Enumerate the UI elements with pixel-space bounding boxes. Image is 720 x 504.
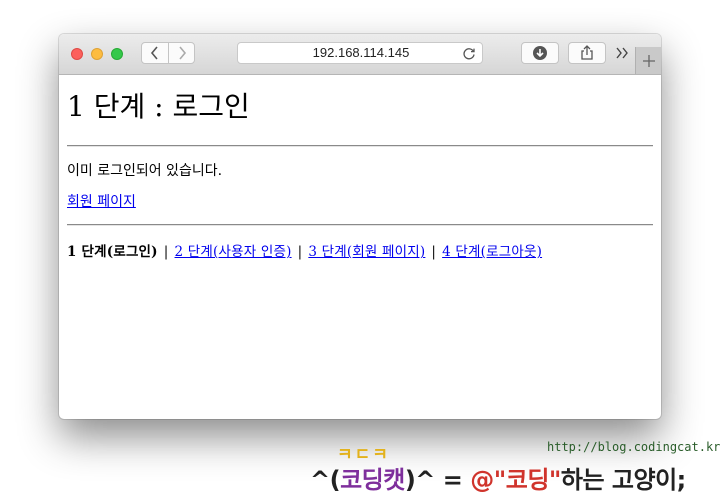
back-button[interactable] <box>142 43 169 63</box>
slogan-suffix: 하는 고양이; <box>560 466 686 494</box>
divider-bottom <box>67 224 653 226</box>
chevron-left-icon <box>150 46 158 60</box>
page-content: 1 단계 : 로그인 이미 로그인되어 있습니다. 회원 페이지 1 단계(로그… <box>59 75 661 419</box>
download-icon <box>533 46 547 60</box>
status-message: 이미 로그인되어 있습니다. <box>67 163 223 179</box>
step4-link[interactable]: 4 단계(로그아웃) <box>442 244 542 260</box>
step3-link[interactable]: 3 단계(회원 페이지) <box>308 244 425 260</box>
zoom-window-button[interactable] <box>111 48 123 60</box>
current-step-label: 1 단계(로그인) <box>67 244 158 260</box>
more-button[interactable] <box>612 43 632 63</box>
navigation-buttons <box>141 42 195 64</box>
address-bar[interactable]: 192.168.114.145 <box>237 42 483 64</box>
slogan-mid: )^ = <box>404 466 471 494</box>
slogan-prefix: ^( <box>310 466 341 494</box>
browser-toolbar: 192.168.114.145 <box>59 34 661 75</box>
step-separator: | <box>163 244 169 260</box>
download-button[interactable] <box>521 42 559 64</box>
slogan-brand: 코딩캣 <box>340 466 405 494</box>
close-window-button[interactable] <box>71 48 83 60</box>
browser-window: 192.168.114.145 1 단계: 로그인 이미 로그인되어 있습니다… <box>59 34 661 419</box>
divider-top <box>67 145 653 147</box>
minimize-window-button[interactable] <box>91 48 103 60</box>
blog-slogan: ^(코딩캣)^ = @"코딩"하는 고양이; <box>310 460 686 495</box>
forward-button[interactable] <box>169 43 195 63</box>
slogan-at: @"코딩" <box>470 466 561 494</box>
share-icon <box>581 45 593 60</box>
blog-url: http://blog.codingcat.kr/ <box>547 440 720 454</box>
step2-link[interactable]: 2 단계(사용자 인증) <box>175 244 292 260</box>
step-separator: | <box>297 244 303 260</box>
chevron-right-icon <box>179 46 187 60</box>
plus-icon <box>642 54 655 67</box>
share-button[interactable] <box>568 42 606 64</box>
reload-icon[interactable] <box>462 46 476 60</box>
new-tab-button[interactable] <box>635 47 661 74</box>
address-url: 192.168.114.145 <box>312 45 410 60</box>
step-navigation: 1 단계(로그인) | 2 단계(사용자 인증) | 3 단계(회원 페이지) | 4 단계… <box>67 240 542 260</box>
step-separator: | <box>431 244 437 260</box>
double-chevron-right-icon <box>616 47 628 59</box>
member-page-link[interactable]: 회원 페이지 <box>67 191 136 211</box>
page-title: 1 단계 : 로그인 <box>67 90 250 123</box>
